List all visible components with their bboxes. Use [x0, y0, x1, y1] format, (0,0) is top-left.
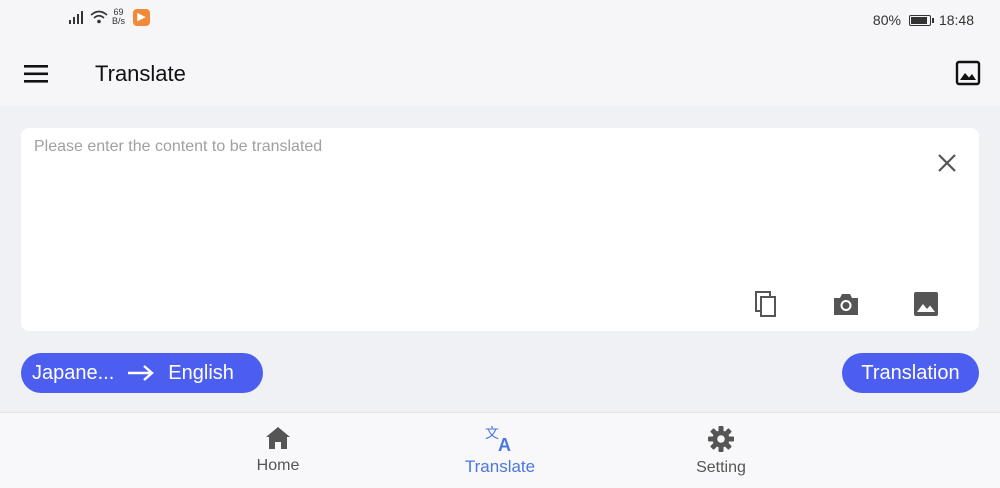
app-bar: Translate — [0, 44, 1000, 106]
nav-item-translate[interactable]: 文 A Translate — [440, 425, 560, 477]
svg-text:文: 文 — [485, 425, 499, 441]
translate-icon: 文 A — [485, 425, 511, 453]
clock: 18:48 — [938, 12, 974, 28]
notification-app-icon: ▶ — [133, 8, 151, 26]
target-language[interactable]: English — [168, 362, 234, 385]
battery-percent: 80% — [872, 12, 901, 28]
svg-text:A: A — [498, 435, 511, 453]
signal-icon — [69, 11, 83, 24]
nav-label-home: Home — [256, 457, 300, 474]
status-bar: 69 B/s ▶ 80% 18:48 — [0, 0, 1000, 44]
camera-icon[interactable] — [831, 289, 861, 319]
gear-icon — [708, 426, 734, 452]
paste-icon[interactable] — [751, 289, 781, 319]
menu-icon[interactable] — [22, 62, 52, 86]
wifi-icon — [90, 10, 108, 24]
translation-button[interactable]: Translation — [842, 353, 979, 393]
nav-label-translate: Translate — [464, 457, 536, 476]
input-card — [21, 128, 979, 331]
nav-label-setting: Setting — [696, 459, 746, 476]
input-tools — [751, 289, 941, 319]
image-icon[interactable] — [911, 289, 941, 319]
nav-item-setting[interactable]: Setting — [661, 425, 781, 477]
page-title: Translate — [95, 61, 186, 86]
source-text-input[interactable] — [34, 138, 894, 278]
network-speed-unit: B/s — [112, 16, 126, 26]
image-gallery-icon[interactable] — [955, 60, 981, 86]
home-icon — [266, 427, 290, 449]
arrow-right-icon — [128, 365, 155, 381]
language-selector[interactable]: Japane... English — [21, 353, 263, 393]
status-right: 80% 18:48 — [873, 12, 974, 28]
status-left: 69 B/s ▶ — [64, 8, 151, 26]
clear-icon[interactable] — [936, 152, 958, 174]
battery-icon — [908, 14, 934, 26]
network-speed: 69 B/s — [112, 8, 125, 26]
source-language[interactable]: Japane... — [32, 362, 114, 385]
nav-item-home[interactable]: Home — [218, 425, 338, 475]
bottom-nav: Home 文 A Translate Setting — [0, 412, 1000, 488]
